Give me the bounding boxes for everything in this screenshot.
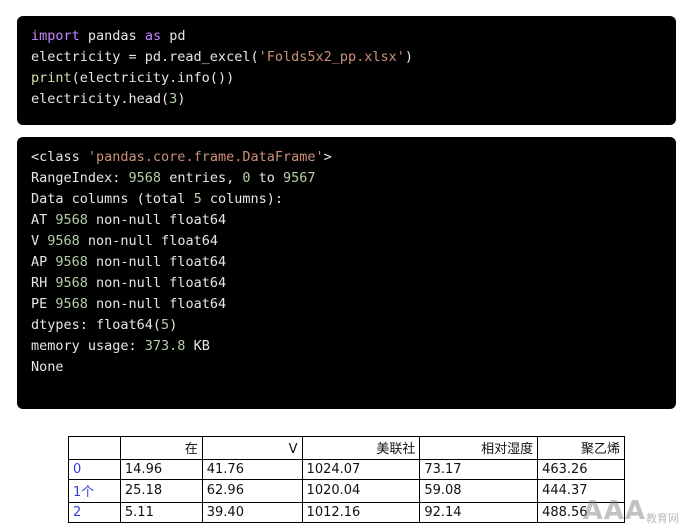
- code-output-token: entries,: [161, 170, 243, 186]
- code-output-line: RangeIndex: 9568 entries, 0 to 9567: [31, 168, 662, 189]
- table-column-header: 美联社: [301, 436, 421, 460]
- notebook-page: import pandas as pd electricity = pd.read…: [0, 0, 693, 530]
- code-output-line: dtypes: float64(5): [31, 315, 662, 336]
- table-row: 2 5.11 39.40 1012.16 92.14 488.56: [68, 502, 625, 523]
- code-input-token: pd: [161, 28, 186, 44]
- code-input-token: as: [144, 28, 162, 44]
- code-output-cell: <class 'pandas.core.frame.DataFrame'> Ran…: [17, 137, 676, 409]
- code-output-token: RH: [31, 275, 56, 291]
- code-output-token: ): [169, 317, 178, 333]
- table-cell: 1020.04: [301, 479, 421, 503]
- code-output-token: dtypes: float64(: [31, 317, 162, 333]
- table-row: 0 14.96 41.76 1024.07 73.17 463.26: [68, 459, 625, 480]
- watermark-sub: 教育网: [646, 512, 679, 525]
- code-output-line: V 9568 non-null float64: [31, 231, 662, 252]
- code-input-line: electricity.head(3): [31, 89, 662, 110]
- table-cell: 14.96: [119, 459, 203, 480]
- table-cell: 1024.07: [301, 459, 421, 480]
- code-output-token: <class: [31, 149, 88, 165]
- code-input-token: electricity = pd.read_excel(: [31, 49, 259, 65]
- code-output-token: KB: [185, 338, 210, 354]
- code-output-line: <class 'pandas.core.frame.DataFrame'>: [31, 147, 662, 168]
- code-output-token: 9568: [55, 296, 88, 312]
- table-header: 在 V 美联社 相对湿度 聚乙烯: [68, 436, 625, 460]
- table-cell: 25.18: [119, 479, 203, 503]
- code-output-token: RangeIndex:: [31, 170, 129, 186]
- table-cell: 488.56: [537, 502, 625, 523]
- code-output-token: 9568: [47, 233, 80, 249]
- table-cell: 62.96: [201, 479, 303, 503]
- table-body: 0 14.96 41.76 1024.07 73.17 463.26 1个 25.18 62.9…: [68, 459, 625, 523]
- code-output-token: non-null float64: [79, 233, 218, 249]
- code-input-token: import: [31, 28, 80, 44]
- dataframe-table: 在 V 美联社 相对湿度 聚乙烯 0 14.96 41.76 1024.07 73.17 463.…: [68, 436, 625, 523]
- table-cell: 1012.16: [301, 502, 421, 523]
- table-column-header: 在: [119, 436, 203, 460]
- code-input-cell[interactable]: import pandas as pd electricity = pd.read…: [17, 16, 676, 125]
- table-row-index: 2: [68, 502, 121, 523]
- code-output-line: PE 9568 non-null float64: [31, 294, 662, 315]
- code-output-token: AT: [31, 212, 56, 228]
- table-row-index: 1个: [68, 479, 121, 503]
- table-column-header: 相对湿度: [419, 436, 539, 460]
- table-cell: 5.11: [119, 502, 203, 523]
- code-output-token: 5: [161, 317, 170, 333]
- code-output-token: non-null float64: [87, 296, 227, 312]
- code-input-token: ): [404, 49, 414, 65]
- code-output-line: AP 9568 non-null float64: [31, 252, 662, 273]
- code-output-token: non-null float64: [87, 254, 227, 270]
- code-input-line: electricity = pd.read_excel('Folds5x2_pp…: [31, 47, 662, 68]
- table-cell: 41.76: [201, 459, 303, 480]
- code-input-token: print: [31, 70, 72, 86]
- code-output-line: None: [31, 357, 662, 378]
- code-output-token: Data columns (total: [31, 191, 194, 207]
- code-output-line: Data columns (total 5 columns):: [31, 189, 662, 210]
- code-output-token: 'pandas.core.frame.DataFrame': [87, 149, 324, 165]
- code-input-line: import pandas as pd: [31, 26, 662, 47]
- table-cell: 92.14: [419, 502, 539, 523]
- code-output-token: 9567: [283, 170, 316, 186]
- table-cell: 59.08: [419, 479, 539, 503]
- code-input-token: (electricity.info()): [71, 70, 235, 86]
- code-output-token: None: [31, 359, 64, 375]
- code-input-token: electricity.head(: [31, 91, 170, 107]
- code-output-token: 9568: [55, 212, 88, 228]
- table-cell: 444.37: [537, 479, 625, 503]
- code-output-token: columns):: [201, 191, 283, 207]
- code-output-token: memory usage:: [31, 338, 145, 354]
- code-output-token: >: [323, 149, 332, 165]
- code-output-line: RH 9568 non-null float64: [31, 273, 662, 294]
- table-column-header: V: [201, 436, 303, 460]
- code-input-token: 'Folds5x2_pp.xlsx': [258, 49, 405, 65]
- code-output-token: AP: [31, 254, 56, 270]
- table-cell: 73.17: [419, 459, 539, 480]
- table-row-index: 0: [68, 459, 121, 480]
- code-output-token: 373.8: [144, 338, 186, 354]
- table-row: 1个 25.18 62.96 1020.04 59.08 444.37: [68, 479, 625, 503]
- code-input-line: print(electricity.info()): [31, 68, 662, 89]
- table-column-header: 聚乙烯: [537, 436, 625, 460]
- code-output-line: AT 9568 non-null float64: [31, 210, 662, 231]
- table-corner-cell: [68, 436, 121, 460]
- code-output-token: 9568: [55, 275, 88, 291]
- code-output-token: PE: [31, 296, 56, 312]
- code-output-token: 9568: [128, 170, 162, 186]
- table-cell: 39.40: [201, 502, 303, 523]
- table-cell: 463.26: [537, 459, 625, 480]
- code-output-token: V: [31, 233, 48, 249]
- code-output-token: non-null float64: [87, 212, 227, 228]
- code-output-token: to: [250, 170, 283, 186]
- table-header-row: 在 V 美联社 相对湿度 聚乙烯: [68, 436, 625, 460]
- code-output-token: 5: [193, 191, 202, 207]
- code-input-token: pandas: [79, 28, 145, 44]
- code-output-line: memory usage: 373.8 KB: [31, 336, 662, 357]
- code-input-token: ): [177, 91, 186, 107]
- code-output-token: non-null float64: [87, 275, 227, 291]
- code-output-token: 9568: [55, 254, 88, 270]
